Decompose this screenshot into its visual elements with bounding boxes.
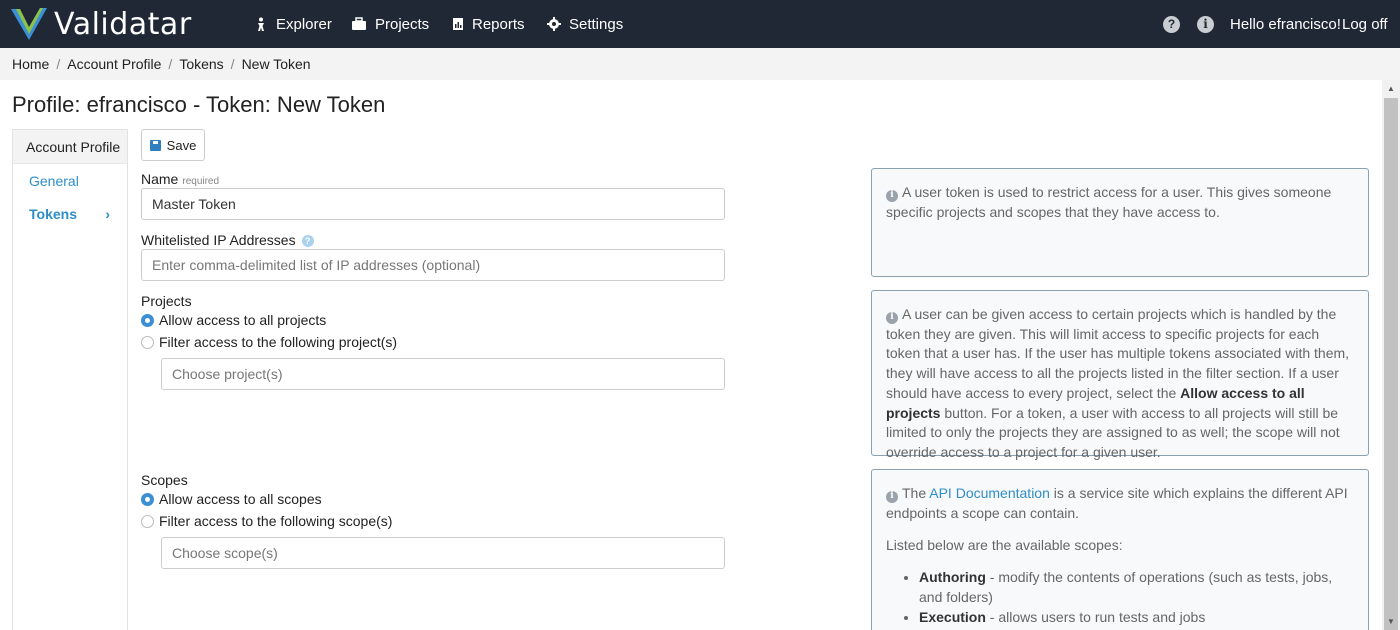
scroll-down-arrow-icon[interactable]: ▼ [1382, 613, 1400, 630]
save-disk-icon [149, 139, 161, 151]
sidebar-header: Account Profile [13, 130, 127, 164]
profile-sidebar: Account Profile General Tokens › [12, 129, 128, 630]
info-box-scopes: i The API Documentation is a service site… [871, 469, 1369, 630]
scopes-list: Authoring - modify the contents of opera… [919, 568, 1354, 627]
sidebar-item-label: Tokens [29, 205, 77, 222]
page-title: Profile: efrancisco - Token: New Token [12, 92, 386, 117]
info-icon: i [1197, 15, 1214, 33]
info-scopes-listed: Listed below are the available scopes: [886, 537, 1123, 554]
breadcrumb-separator: / [56, 56, 61, 72]
page-scrollbar[interactable]: ▲ ▼ [1382, 80, 1400, 630]
brand-name: Validatar [54, 6, 192, 42]
logoff-link[interactable]: Log off [1342, 0, 1388, 48]
list-item: Execution - allows users to run tests an… [919, 608, 1354, 628]
briefcase-icon [352, 17, 366, 30]
name-input[interactable] [141, 188, 725, 220]
top-navbar: Validatar Explorer Projects Reports Sett… [0, 0, 1400, 48]
save-button-label: Save [166, 137, 197, 153]
chevron-right-icon: › [105, 206, 110, 222]
info-icon: i [886, 311, 898, 324]
scope-name: Authoring [919, 569, 986, 586]
projects-all-radio[interactable]: Allow access to all projects [141, 312, 326, 328]
scopes-filter-radio[interactable]: Filter access to the following scope(s) [141, 513, 392, 529]
brand-logo[interactable]: Validatar [10, 6, 192, 42]
scopes-all-radio[interactable]: Allow access to all scopes [141, 491, 322, 507]
scopes-all-label: Allow access to all scopes [159, 491, 322, 507]
projects-all-label: Allow access to all projects [159, 312, 327, 328]
user-greeting[interactable]: Hello efrancisco! [1230, 0, 1341, 48]
radio-unselected-icon [141, 335, 154, 349]
info-token-text: A user token is used to restrict access … [886, 184, 1332, 220]
radio-selected-icon [141, 492, 154, 506]
info-icon: i [886, 189, 898, 202]
breadcrumb-tokens[interactable]: Tokens [179, 56, 223, 72]
ip-label-text: Whitelisted IP Addresses [141, 232, 296, 248]
help-button[interactable]: ? [1163, 0, 1180, 48]
projects-filter-radio[interactable]: Filter access to the following project(s… [141, 334, 397, 350]
ip-label: Whitelisted IP Addresses? [141, 232, 314, 248]
projects-select-input[interactable] [161, 358, 725, 390]
sidebar-item-general[interactable]: General [13, 164, 127, 197]
list-item: Authoring - modify the contents of opera… [919, 568, 1354, 607]
info-scopes-text-pre: The [902, 485, 930, 501]
nav-projects[interactable]: Projects [351, 0, 429, 48]
scope-name: Execution [919, 608, 986, 625]
nav-explorer[interactable]: Explorer [254, 0, 332, 48]
breadcrumb: Home / Account Profile / Tokens / New To… [0, 48, 1400, 80]
projects-label: Projects [141, 293, 192, 309]
scopes-filter-label: Filter access to the following scope(s) [159, 513, 393, 529]
save-button[interactable]: Save [141, 129, 205, 161]
scopes-select-input[interactable] [161, 537, 725, 569]
name-label: Name required [141, 171, 219, 187]
breadcrumb-home[interactable]: Home [12, 56, 49, 72]
scope-desc: - allows users to run tests and jobs [985, 608, 1206, 625]
info-box-token: iA user token is used to restrict access… [871, 168, 1369, 277]
explorer-icon [258, 17, 264, 31]
nav-reports[interactable]: Reports [452, 0, 525, 48]
api-documentation-link[interactable]: API Documentation [929, 485, 1050, 501]
validatar-logo-icon [11, 8, 47, 40]
projects-filter-label: Filter access to the following project(s… [159, 334, 398, 350]
report-icon [453, 18, 463, 30]
radio-unselected-icon [141, 514, 154, 528]
scroll-up-arrow-icon[interactable]: ▲ [1382, 80, 1400, 97]
ip-addresses-input[interactable] [141, 249, 725, 281]
nav-settings-label: Settings [569, 15, 624, 33]
info-projects-text-post: button. For a token, a user with access … [886, 404, 1340, 460]
info-icon: i [886, 490, 898, 503]
gear-icon [547, 17, 561, 31]
sidebar-item-label: General [29, 172, 79, 189]
nav-reports-label: Reports [472, 15, 525, 33]
name-label-text: Name [141, 171, 179, 187]
about-button[interactable]: i [1197, 0, 1214, 48]
breadcrumb-account-profile[interactable]: Account Profile [67, 56, 161, 72]
scrollbar-thumb[interactable] [1384, 98, 1398, 630]
radio-selected-icon [141, 313, 154, 327]
nav-projects-label: Projects [375, 15, 430, 33]
help-icon[interactable]: ? [301, 235, 314, 248]
required-indicator: required [182, 176, 220, 187]
breadcrumb-separator: / [230, 56, 235, 72]
scopes-label: Scopes [141, 472, 188, 488]
help-icon: ? [1163, 15, 1180, 33]
breadcrumb-current: New Token [241, 56, 311, 72]
breadcrumb-separator: / [168, 56, 173, 72]
sidebar-item-tokens[interactable]: Tokens › [13, 197, 127, 230]
nav-settings[interactable]: Settings [547, 0, 623, 48]
nav-explorer-label: Explorer [276, 15, 332, 33]
info-box-projects: iA user can be given access to certain p… [871, 290, 1369, 460]
